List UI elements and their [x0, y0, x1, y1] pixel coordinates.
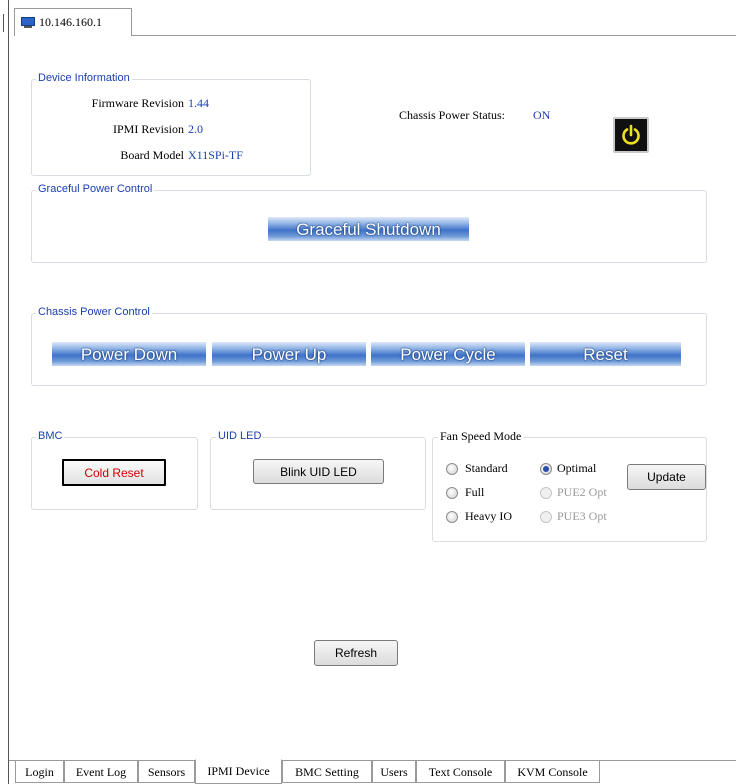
tab-ipmi-device[interactable]: IPMI Device	[195, 759, 282, 784]
radio-pue2-opt[interactable]	[540, 487, 552, 499]
power-cycle-button[interactable]: Power Cycle	[371, 342, 525, 366]
radio-full-label: Full	[465, 485, 485, 499]
left-border-tick	[3, 14, 4, 32]
chassis-power-status-value: ON	[533, 108, 551, 122]
monitor-icon	[21, 16, 35, 29]
chassis-power-title: Chassis Power Control	[36, 306, 152, 318]
ipmi-revision-value: 2.0	[188, 122, 203, 136]
device-information-title: Device Information	[36, 72, 132, 84]
fan-speed-title: Fan Speed Mode	[438, 429, 524, 444]
tab-rule	[132, 35, 736, 36]
session-tab-label: 10.146.160.1	[39, 15, 102, 29]
fan-update-button[interactable]: Update	[627, 464, 706, 490]
radio-pue2-opt-label: PUE2 Opt	[557, 485, 607, 499]
firmware-revision-label: Firmware Revision	[91, 96, 184, 110]
power-up-button[interactable]: Power Up	[212, 342, 366, 366]
refresh-button[interactable]: Refresh	[314, 640, 398, 666]
radio-heavy-io[interactable]	[446, 511, 458, 523]
cold-reset-button[interactable]: Cold Reset	[62, 459, 166, 486]
graceful-power-title: Graceful Power Control	[36, 183, 155, 195]
ipmi-revision-label: IPMI Revision	[112, 122, 184, 136]
radio-standard[interactable]	[446, 463, 458, 475]
left-border-line	[8, 0, 9, 784]
graceful-shutdown-button[interactable]: Graceful Shutdown	[268, 217, 469, 241]
tab-sensors[interactable]: Sensors	[138, 761, 195, 783]
radio-heavy-io-label: Heavy IO	[465, 509, 512, 523]
blink-uid-led-button[interactable]: Blink UID LED	[253, 459, 384, 484]
tab-users[interactable]: Users	[372, 761, 416, 783]
board-model-value: X11SPi-TF	[188, 148, 243, 162]
radio-standard-label: Standard	[465, 461, 508, 475]
power-down-button[interactable]: Power Down	[52, 342, 206, 366]
session-tab[interactable]: 10.146.160.1	[14, 8, 132, 36]
uid-led-title: UID LED	[216, 430, 264, 442]
tab-text-console[interactable]: Text Console	[416, 761, 505, 783]
chassis-power-status-label: Chassis Power Status:	[399, 108, 506, 122]
reset-button[interactable]: Reset	[530, 342, 681, 366]
radio-pue3-opt-label: PUE3 Opt	[557, 509, 607, 523]
power-icon[interactable]	[613, 117, 649, 153]
radio-optimal[interactable]	[540, 463, 552, 475]
tab-kvm-console[interactable]: KVM Console	[505, 761, 600, 783]
firmware-revision-value: 1.44	[188, 96, 209, 110]
board-model-label: Board Model	[120, 148, 184, 162]
tab-bmc-setting[interactable]: BMC Setting	[282, 761, 372, 783]
radio-optimal-label: Optimal	[557, 461, 597, 475]
tab-event-log[interactable]: Event Log	[64, 761, 138, 783]
radio-full[interactable]	[446, 487, 458, 499]
bmc-title: BMC	[36, 430, 65, 442]
radio-pue3-opt[interactable]	[540, 511, 552, 523]
tab-login[interactable]: Login	[15, 761, 64, 783]
